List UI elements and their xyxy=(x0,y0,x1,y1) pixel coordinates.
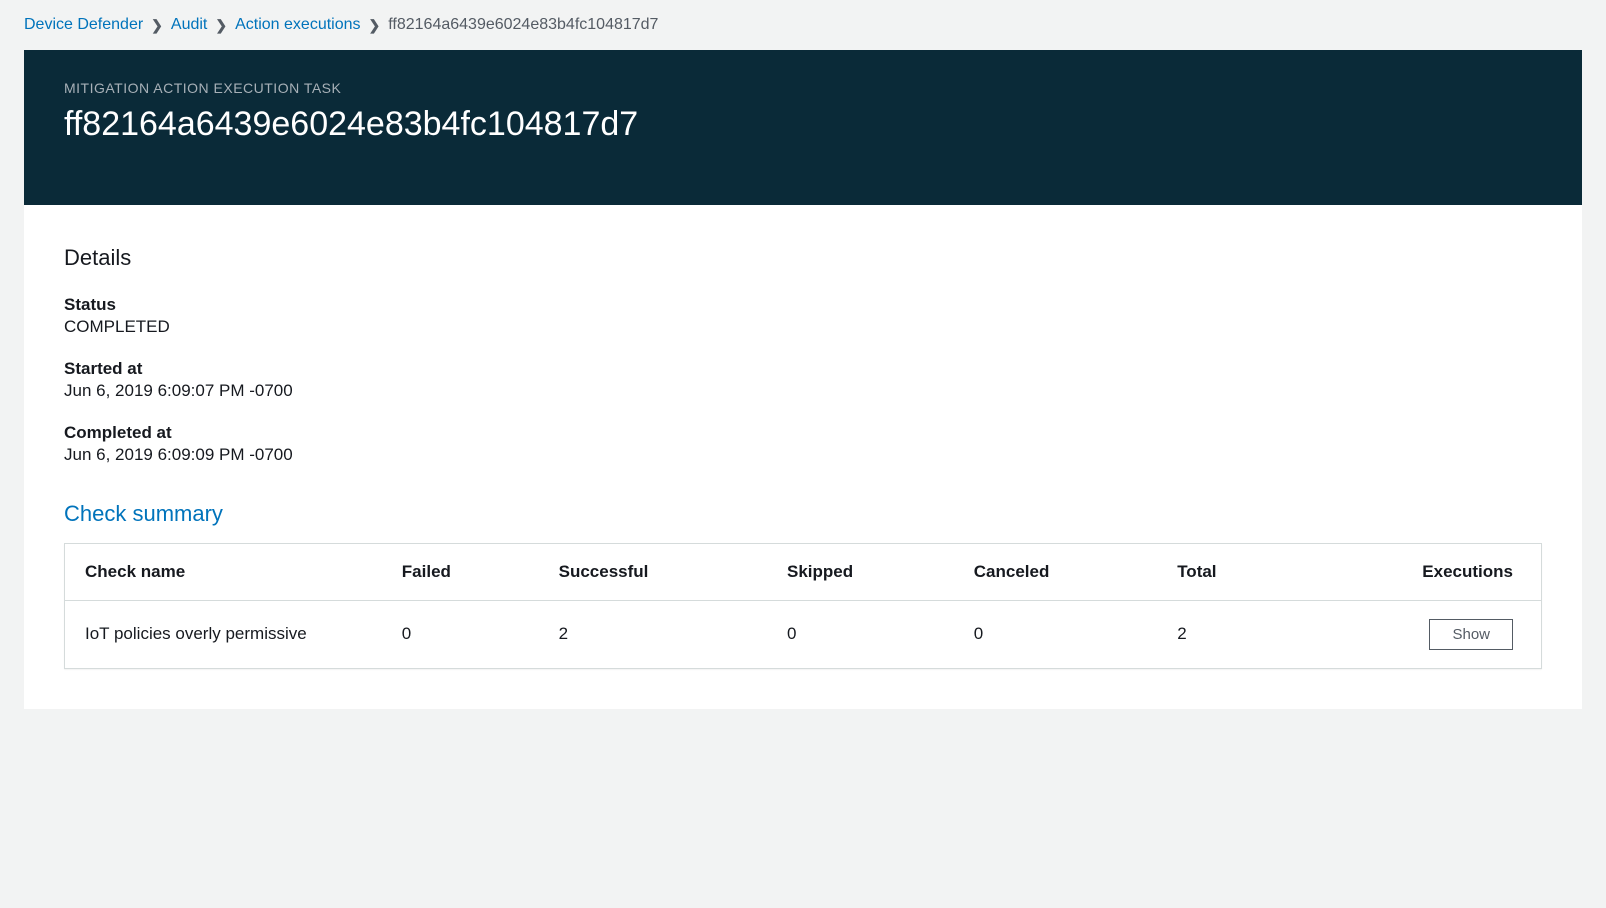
detail-completed-at-label: Completed at xyxy=(64,423,1542,443)
detail-completed-at-value: Jun 6, 2019 6:09:09 PM -0700 xyxy=(64,445,1542,465)
page-header-label: MITIGATION ACTION EXECUTION TASK xyxy=(64,80,1542,96)
breadcrumb-link-action-executions[interactable]: Action executions xyxy=(235,16,360,34)
chevron-right-icon: ❯ xyxy=(369,17,381,34)
detail-status-value: COMPLETED xyxy=(64,317,1542,337)
breadcrumb-current: ff82164a6439e6024e83b4fc104817d7 xyxy=(388,16,658,34)
detail-status: Status COMPLETED xyxy=(64,295,1542,337)
table-row: IoT policies overly permissive 0 2 0 0 2… xyxy=(65,600,1541,668)
check-summary-title: Check summary xyxy=(64,501,1542,527)
main-card: MITIGATION ACTION EXECUTION TASK ff82164… xyxy=(24,50,1582,709)
page-title: ff82164a6439e6024e83b4fc104817d7 xyxy=(64,104,1542,145)
detail-completed-at: Completed at Jun 6, 2019 6:09:09 PM -070… xyxy=(64,423,1542,465)
breadcrumb-link-audit[interactable]: Audit xyxy=(171,16,207,34)
show-button[interactable]: Show xyxy=(1429,619,1513,650)
cell-total: 2 xyxy=(1157,600,1297,668)
page-header: MITIGATION ACTION EXECUTION TASK ff82164… xyxy=(24,50,1582,205)
content-area: Details Status COMPLETED Started at Jun … xyxy=(24,205,1582,709)
col-failed: Failed xyxy=(382,544,539,601)
cell-check-name: IoT policies overly permissive xyxy=(65,600,382,668)
detail-started-at: Started at Jun 6, 2019 6:09:07 PM -0700 xyxy=(64,359,1542,401)
table-header-row: Check name Failed Successful Skipped Can… xyxy=(65,544,1541,601)
col-skipped: Skipped xyxy=(767,544,954,601)
col-executions: Executions xyxy=(1297,544,1541,601)
detail-started-at-value: Jun 6, 2019 6:09:07 PM -0700 xyxy=(64,381,1542,401)
cell-successful: 2 xyxy=(539,600,767,668)
col-total: Total xyxy=(1157,544,1297,601)
breadcrumb: Device Defender ❯ Audit ❯ Action executi… xyxy=(0,0,1606,50)
details-title: Details xyxy=(64,245,1542,271)
cell-skipped: 0 xyxy=(767,600,954,668)
cell-canceled: 0 xyxy=(954,600,1157,668)
col-successful: Successful xyxy=(539,544,767,601)
cell-executions: Show xyxy=(1297,600,1541,668)
chevron-right-icon: ❯ xyxy=(151,17,163,34)
col-check-name: Check name xyxy=(65,544,382,601)
breadcrumb-link-device-defender[interactable]: Device Defender xyxy=(24,16,143,34)
detail-status-label: Status xyxy=(64,295,1542,315)
check-summary-table: Check name Failed Successful Skipped Can… xyxy=(65,544,1541,668)
chevron-right-icon: ❯ xyxy=(215,17,227,34)
check-summary-table-wrap: Check name Failed Successful Skipped Can… xyxy=(64,543,1542,669)
cell-failed: 0 xyxy=(382,600,539,668)
detail-started-at-label: Started at xyxy=(64,359,1542,379)
col-canceled: Canceled xyxy=(954,544,1157,601)
